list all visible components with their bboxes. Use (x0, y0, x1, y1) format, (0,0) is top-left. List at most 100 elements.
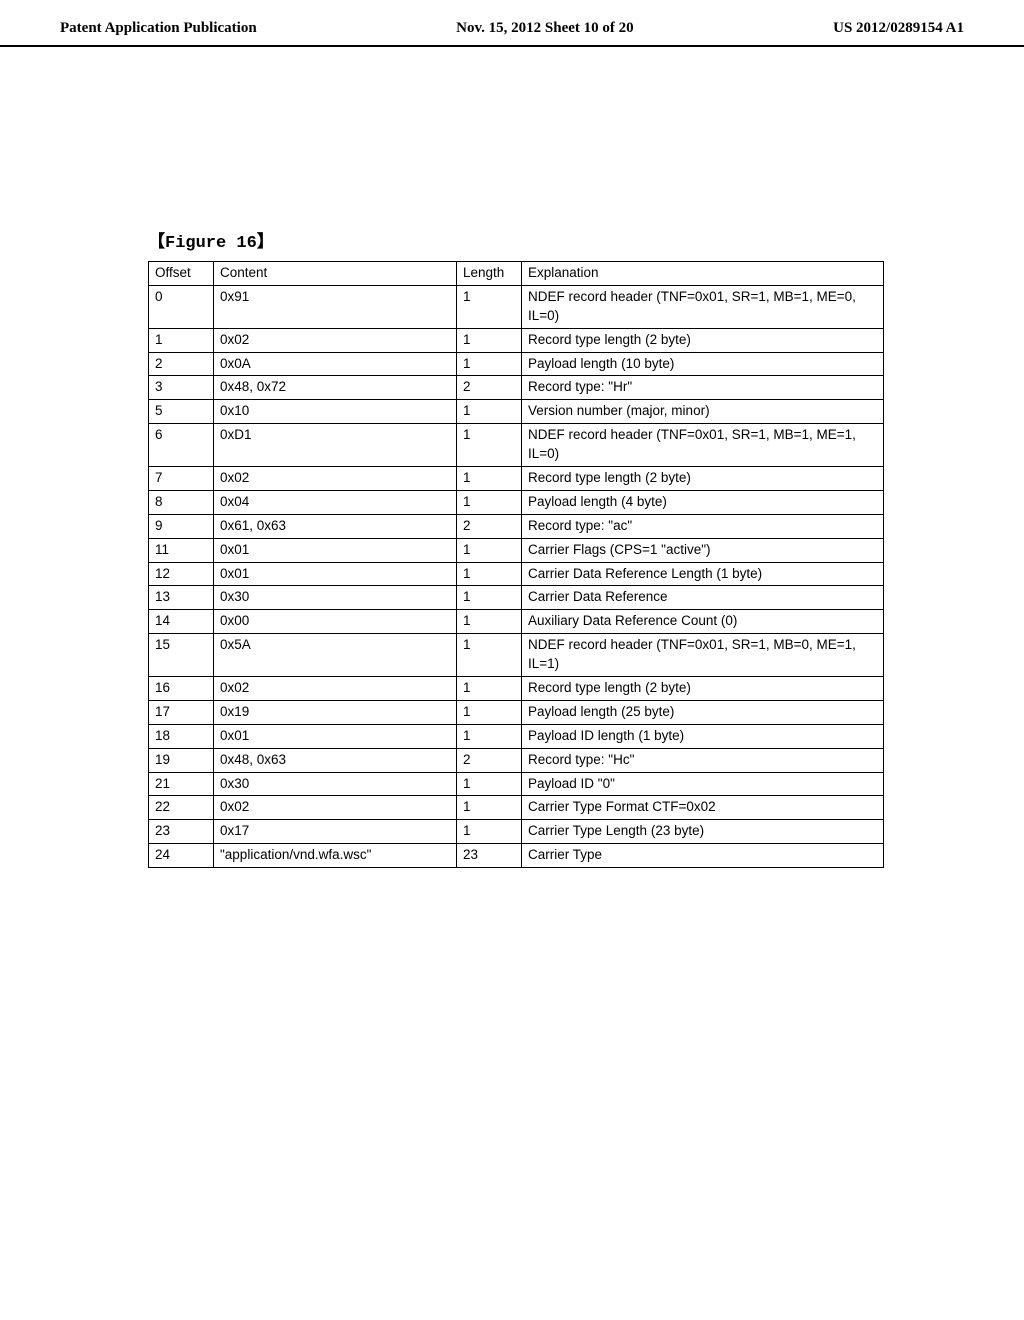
table-row: 70x021Record type length (2 byte) (149, 467, 884, 491)
cell-length: 1 (457, 352, 522, 376)
cell-length: 1 (457, 285, 522, 328)
cell-content: 0x02 (214, 467, 457, 491)
cell-length: 1 (457, 562, 522, 586)
cell-offset: 7 (149, 467, 214, 491)
cell-length: 1 (457, 820, 522, 844)
col-header-explanation: Explanation (522, 262, 884, 286)
cell-length: 2 (457, 376, 522, 400)
cell-offset: 6 (149, 424, 214, 467)
cell-content: "application/vnd.wfa.wsc" (214, 844, 457, 868)
cell-offset: 14 (149, 610, 214, 634)
table-row: 190x48, 0x632Record type: "Hc" (149, 748, 884, 772)
cell-content: 0xD1 (214, 424, 457, 467)
cell-length: 1 (457, 772, 522, 796)
table-row: 220x021Carrier Type Format CTF=0x02 (149, 796, 884, 820)
cell-length: 1 (457, 677, 522, 701)
table-row: 80x041Payload length (4 byte) (149, 490, 884, 514)
table-row: 110x011Carrier Flags (CPS=1 "active") (149, 538, 884, 562)
cell-content: 0x17 (214, 820, 457, 844)
table-row: 00x911NDEF record header (TNF=0x01, SR=1… (149, 285, 884, 328)
cell-content: 0x10 (214, 400, 457, 424)
cell-content: 0x00 (214, 610, 457, 634)
cell-explanation: Carrier Data Reference Length (1 byte) (522, 562, 884, 586)
cell-length: 2 (457, 748, 522, 772)
cell-content: 0x02 (214, 328, 457, 352)
cell-explanation: Record type: "Hc" (522, 748, 884, 772)
cell-explanation: Payload ID "0" (522, 772, 884, 796)
cell-content: 0x0A (214, 352, 457, 376)
cell-length: 23 (457, 844, 522, 868)
cell-offset: 12 (149, 562, 214, 586)
table-row: 24"application/vnd.wfa.wsc"23Carrier Typ… (149, 844, 884, 868)
table-row: 150x5A1NDEF record header (TNF=0x01, SR=… (149, 634, 884, 677)
cell-length: 1 (457, 490, 522, 514)
cell-content: 0x48, 0x72 (214, 376, 457, 400)
cell-offset: 18 (149, 724, 214, 748)
header-left: Patent Application Publication (60, 20, 257, 37)
table-row: 170x191Payload length (25 byte) (149, 700, 884, 724)
cell-explanation: Carrier Data Reference (522, 586, 884, 610)
cell-explanation: Record type length (2 byte) (522, 467, 884, 491)
cell-explanation: Record type: "ac" (522, 514, 884, 538)
col-header-length: Length (457, 262, 522, 286)
table-row: 180x011Payload ID length (1 byte) (149, 724, 884, 748)
cell-explanation: Record type length (2 byte) (522, 677, 884, 701)
cell-offset: 13 (149, 586, 214, 610)
cell-explanation: Payload ID length (1 byte) (522, 724, 884, 748)
cell-length: 1 (457, 634, 522, 677)
cell-content: 0x30 (214, 772, 457, 796)
cell-content: 0x19 (214, 700, 457, 724)
cell-offset: 22 (149, 796, 214, 820)
cell-explanation: NDEF record header (TNF=0x01, SR=1, MB=1… (522, 285, 884, 328)
col-header-content: Content (214, 262, 457, 286)
cell-offset: 2 (149, 352, 214, 376)
cell-offset: 16 (149, 677, 214, 701)
cell-offset: 24 (149, 844, 214, 868)
cell-length: 1 (457, 724, 522, 748)
cell-explanation: Carrier Type Format CTF=0x02 (522, 796, 884, 820)
table-row: 140x001Auxiliary Data Reference Count (0… (149, 610, 884, 634)
cell-offset: 8 (149, 490, 214, 514)
table-row: 60xD11NDEF record header (TNF=0x01, SR=1… (149, 424, 884, 467)
cell-length: 1 (457, 424, 522, 467)
header-center: Nov. 15, 2012 Sheet 10 of 20 (456, 20, 634, 37)
header-right: US 2012/0289154 A1 (833, 20, 964, 37)
cell-offset: 15 (149, 634, 214, 677)
table-row: 210x301Payload ID "0" (149, 772, 884, 796)
cell-content: 0x5A (214, 634, 457, 677)
cell-length: 1 (457, 796, 522, 820)
col-header-offset: Offset (149, 262, 214, 286)
cell-explanation: Version number (major, minor) (522, 400, 884, 424)
cell-content: 0x02 (214, 796, 457, 820)
table-row: 130x301Carrier Data Reference (149, 586, 884, 610)
cell-content: 0x61, 0x63 (214, 514, 457, 538)
cell-content: 0x91 (214, 285, 457, 328)
cell-explanation: Carrier Type Length (23 byte) (522, 820, 884, 844)
table-row: 20x0A1Payload length (10 byte) (149, 352, 884, 376)
cell-explanation: Payload length (10 byte) (522, 352, 884, 376)
cell-explanation: Payload length (4 byte) (522, 490, 884, 514)
cell-explanation: Carrier Type (522, 844, 884, 868)
figure-block: 【Figure 16】 Offset Content Length Explan… (0, 227, 1024, 868)
data-table: Offset Content Length Explanation 00x911… (148, 261, 884, 868)
cell-offset: 9 (149, 514, 214, 538)
cell-offset: 23 (149, 820, 214, 844)
table-row: 90x61, 0x632Record type: "ac" (149, 514, 884, 538)
cell-content: 0x04 (214, 490, 457, 514)
cell-content: 0x48, 0x63 (214, 748, 457, 772)
table-row: 30x48, 0x722Record type: "Hr" (149, 376, 884, 400)
cell-length: 1 (457, 467, 522, 491)
cell-offset: 19 (149, 748, 214, 772)
cell-length: 1 (457, 610, 522, 634)
table-row: 120x011Carrier Data Reference Length (1 … (149, 562, 884, 586)
table-row: 10x021Record type length (2 byte) (149, 328, 884, 352)
table-row: 160x021Record type length (2 byte) (149, 677, 884, 701)
table-header-row: Offset Content Length Explanation (149, 262, 884, 286)
cell-content: 0x01 (214, 562, 457, 586)
cell-length: 1 (457, 586, 522, 610)
cell-content: 0x30 (214, 586, 457, 610)
cell-content: 0x01 (214, 724, 457, 748)
cell-offset: 5 (149, 400, 214, 424)
cell-length: 1 (457, 328, 522, 352)
cell-offset: 0 (149, 285, 214, 328)
